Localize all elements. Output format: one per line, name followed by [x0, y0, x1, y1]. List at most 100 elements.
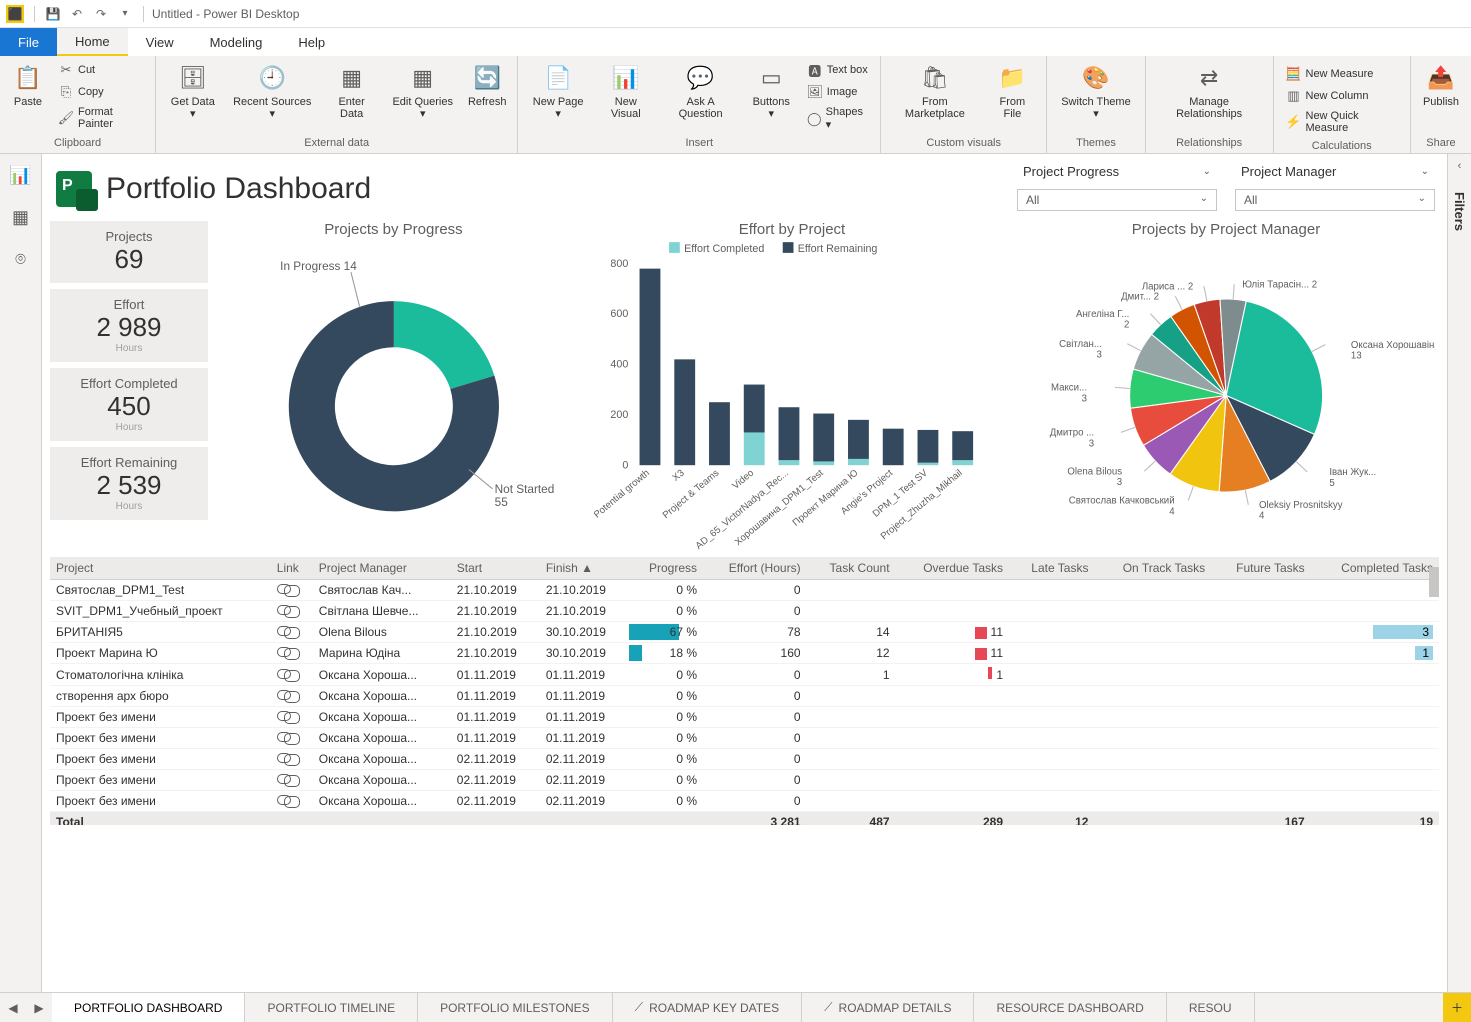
col-header[interactable]: Finish ▲	[540, 557, 629, 580]
page-tab[interactable]: ⟋ROADMAP DETAILS	[802, 993, 974, 1022]
col-header[interactable]: Task Count	[807, 557, 896, 580]
svg-text:Світлан...3: Світлан...3	[1059, 339, 1102, 361]
buttons-button[interactable]: ▭Buttons ▾	[744, 58, 799, 132]
model-view-icon[interactable]: ⌾	[8, 246, 34, 272]
qat-dropdown-icon[interactable]: ▾	[117, 6, 133, 22]
marketplace-button[interactable]: 🛍From Marketplace	[887, 58, 982, 132]
copy-button[interactable]: ⎘Copy	[54, 82, 147, 102]
col-header[interactable]: Late Tasks	[1009, 557, 1094, 580]
col-header[interactable]: Start	[451, 557, 540, 580]
kpi-projects[interactable]: Projects69	[50, 221, 208, 283]
switch-theme-button[interactable]: 🎨Switch Theme ▾	[1053, 58, 1139, 132]
link-icon[interactable]	[277, 711, 291, 721]
recent-sources-button[interactable]: 🕘Recent Sources ▾	[225, 58, 318, 132]
edit-queries-icon: ▦	[407, 62, 439, 94]
page-tab[interactable]: PORTFOLIO MILESTONES	[418, 993, 613, 1022]
redo-icon[interactable]: ↷	[93, 6, 109, 22]
page-tab[interactable]: PORTFOLIO TIMELINE	[245, 993, 418, 1022]
svg-text:Іван Жук...5: Іван Жук...5	[1329, 467, 1376, 489]
paste-button[interactable]: 📋Paste	[6, 58, 50, 132]
publish-button[interactable]: 📤Publish	[1417, 58, 1465, 132]
refresh-button[interactable]: 🔄Refresh	[463, 58, 511, 132]
edit-queries-button[interactable]: ▦Edit Queries ▾	[384, 58, 461, 132]
link-icon[interactable]	[277, 753, 291, 763]
shapes-button[interactable]: ◯Shapes ▾	[803, 104, 872, 133]
add-page-button[interactable]: ＋	[1443, 993, 1471, 1022]
ask-question-button[interactable]: 💬Ask A Question	[660, 58, 742, 132]
file-menu[interactable]: File	[0, 28, 57, 56]
page-tab[interactable]: ⟋ROADMAP KEY DATES	[613, 993, 802, 1022]
help-tab[interactable]: Help	[280, 28, 343, 56]
chart-projects-by-progress[interactable]: Projects by Progress In Progress 14Not S…	[216, 221, 571, 551]
expand-panel-icon[interactable]: ‹	[1458, 160, 1462, 172]
slicer-manager[interactable]: Project Manager⌄ All⌄	[1235, 160, 1435, 211]
view-tab[interactable]: View	[128, 28, 192, 56]
page-tab[interactable]: PORTFOLIO DASHBOARD	[52, 993, 245, 1022]
format-painter-button[interactable]: 🖌Format Painter	[54, 104, 147, 132]
col-header[interactable]: Project Manager	[313, 557, 451, 580]
link-icon[interactable]	[277, 795, 291, 805]
table-row[interactable]: Стоматологічна клінікаОксана Хороша...01…	[50, 664, 1439, 686]
slicer-progress[interactable]: Project Progress⌄ All⌄	[1017, 160, 1217, 211]
manage-relationships-button[interactable]: ⇄Manage Relationships	[1152, 58, 1267, 132]
image-button[interactable]: 🖼Image	[803, 82, 872, 102]
link-icon[interactable]	[277, 626, 291, 636]
new-column-button[interactable]: ▥New Column	[1282, 86, 1402, 106]
table-row[interactable]: БРИТАНІЯ5Olena Bilous21.10.201930.10.201…	[50, 622, 1439, 643]
col-header[interactable]: On Track Tasks	[1094, 557, 1211, 580]
link-icon[interactable]	[277, 732, 291, 742]
table-row[interactable]: створення арх бюроОксана Хороша...01.11.…	[50, 686, 1439, 707]
home-tab[interactable]: Home	[57, 28, 128, 56]
link-icon[interactable]	[277, 584, 291, 594]
page-tab[interactable]: RESOU	[1167, 993, 1255, 1022]
table-row[interactable]: Проект Марина ЮМарина Юдіна21.10.201930.…	[50, 643, 1439, 664]
report-canvas[interactable]: Portfolio Dashboard Project Progress⌄ Al…	[42, 154, 1447, 992]
col-header[interactable]: Overdue Tasks	[896, 557, 1009, 580]
shapes-icon: ◯	[807, 111, 822, 127]
new-quick-measure-button[interactable]: ⚡New Quick Measure	[1282, 108, 1402, 136]
table-row[interactable]: Святослав_DPM1_TestСвятослав Кач...21.10…	[50, 580, 1439, 601]
new-measure-button[interactable]: 🧮New Measure	[1282, 64, 1402, 84]
chart-projects-by-manager[interactable]: Projects by Project Manager Оксана Хорош…	[1013, 221, 1439, 551]
chart-effort-by-project[interactable]: Effort by Project Effort CompletedEffort…	[579, 221, 1005, 551]
data-view-icon[interactable]: ▦	[8, 204, 34, 230]
col-header[interactable]: Effort (Hours)	[703, 557, 807, 580]
link-icon[interactable]	[277, 774, 291, 784]
save-icon[interactable]: 💾	[45, 6, 61, 22]
new-visual-button[interactable]: 📊New Visual	[594, 58, 658, 132]
tab-nav-left[interactable]: ◀	[0, 993, 26, 1022]
undo-icon[interactable]: ↶	[69, 6, 85, 22]
modeling-tab[interactable]: Modeling	[192, 28, 281, 56]
page-tab[interactable]: RESOURCE DASHBOARD	[974, 993, 1166, 1022]
new-page-button[interactable]: 📄New Page ▾	[524, 58, 592, 132]
cut-button[interactable]: ✂Cut	[54, 60, 147, 80]
kpi-effort[interactable]: Effort2 989Hours	[50, 289, 208, 362]
col-header[interactable]: Link	[271, 557, 313, 580]
get-data-button[interactable]: 🗄Get Data ▾	[162, 58, 223, 132]
kpi-effort-remaining[interactable]: Effort Remaining2 539Hours	[50, 447, 208, 520]
text-box-button[interactable]: 🅰Text box	[803, 60, 872, 80]
col-header[interactable]: Future Tasks	[1211, 557, 1310, 580]
table-row[interactable]: Проект без имениОксана Хороша...02.11.20…	[50, 749, 1439, 770]
link-icon[interactable]	[277, 605, 291, 615]
col-header[interactable]: Project	[50, 557, 271, 580]
svg-text:Юлія Тарасін... 2: Юлія Тарасін... 2	[1242, 279, 1317, 290]
link-icon[interactable]	[277, 669, 291, 679]
table-scrollbar[interactable]	[1429, 567, 1439, 597]
table-row[interactable]: Проект без имениОксана Хороша...01.11.20…	[50, 728, 1439, 749]
report-view-icon[interactable]: 📊	[8, 162, 34, 188]
col-header[interactable]: Progress	[629, 557, 703, 580]
link-icon[interactable]	[277, 690, 291, 700]
kpi-effort-completed[interactable]: Effort Completed450Hours	[50, 368, 208, 441]
table-row[interactable]: SVIT_DPM1_Учебный_проектСвітлана Шевче..…	[50, 601, 1439, 622]
filters-panel-label[interactable]: Filters	[1452, 192, 1467, 231]
tab-nav-right[interactable]: ▶	[26, 993, 52, 1022]
table-row[interactable]: Проект без имениОксана Хороша...02.11.20…	[50, 791, 1439, 812]
enter-data-button[interactable]: ▦Enter Data	[321, 58, 382, 132]
table-row[interactable]: Проект без имениОксана Хороша...02.11.20…	[50, 770, 1439, 791]
link-icon[interactable]	[277, 647, 291, 657]
from-file-button[interactable]: 📁From File	[985, 58, 1041, 132]
table-row[interactable]: Проект без имениОксана Хороша...01.11.20…	[50, 707, 1439, 728]
col-header[interactable]: Completed Tasks	[1311, 557, 1439, 580]
projects-table[interactable]: ProjectLinkProject ManagerStartFinish ▲P…	[50, 557, 1439, 825]
